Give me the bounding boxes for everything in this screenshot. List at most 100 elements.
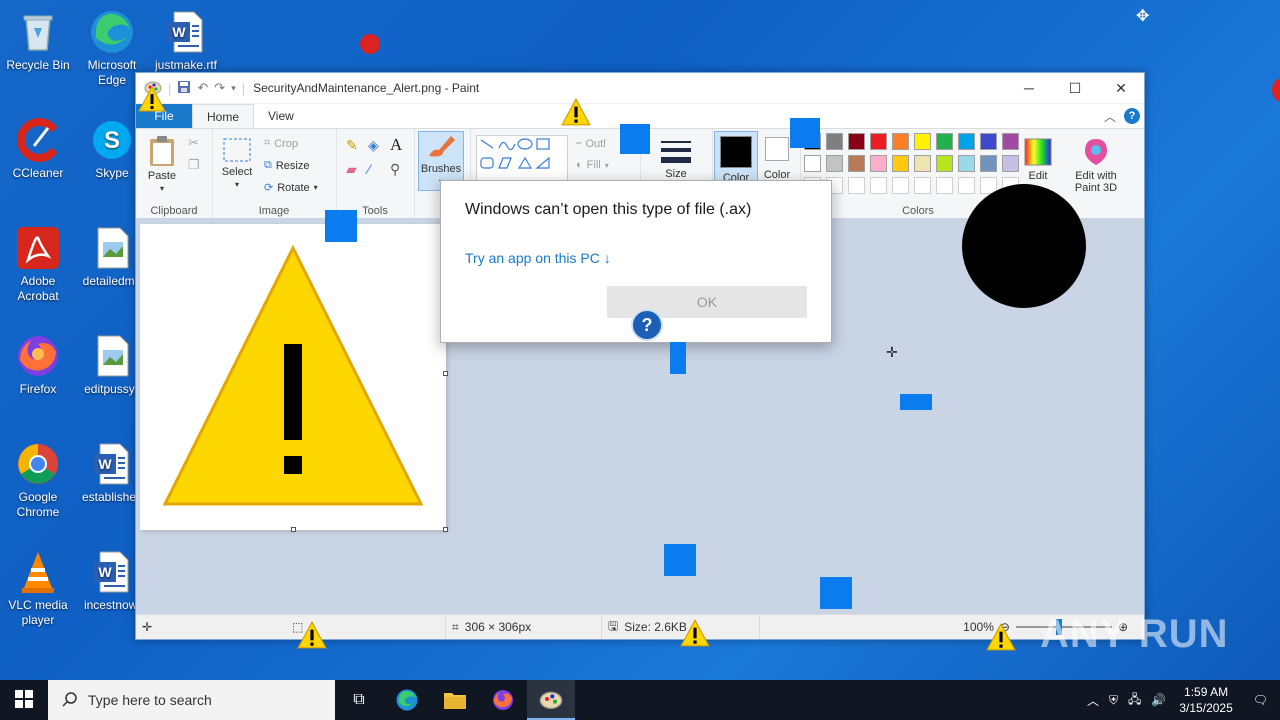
- show-hidden-icons-chevron-icon[interactable]: ︿: [1082, 692, 1104, 709]
- select-button[interactable]: Select ▾: [218, 137, 256, 190]
- network-security-icon[interactable]: ⛨: [1104, 693, 1123, 708]
- color-swatch[interactable]: [804, 155, 821, 172]
- rotate-button[interactable]: ⟳ Rotate ▾: [264, 181, 318, 195]
- resize-handle[interactable]: [291, 527, 296, 532]
- paint3d-label: Paint 3D: [1074, 182, 1118, 194]
- desktop-icon-acrobat[interactable]: Adobe Acrobat: [0, 224, 76, 304]
- color-swatch[interactable]: [958, 133, 975, 150]
- desktop-icon-label: VLC media: [8, 598, 68, 612]
- custom-color-swatch[interactable]: [958, 177, 975, 194]
- customize-qa-chevron-icon[interactable]: ▾: [231, 83, 236, 94]
- eraser-icon[interactable]: ▰: [346, 161, 357, 178]
- magnifier-icon[interactable]: ⚲: [390, 161, 400, 178]
- color-swatch[interactable]: [826, 133, 843, 150]
- color-swatch[interactable]: [826, 155, 843, 172]
- clock-time: 1:59 AM: [1184, 685, 1229, 699]
- color-swatch[interactable]: [848, 133, 865, 150]
- pencil-icon[interactable]: ✎: [346, 137, 358, 154]
- color-swatch[interactable]: [936, 155, 953, 172]
- desktop-icon-label: player: [21, 613, 55, 627]
- desktop-icon-firefox[interactable]: Firefox: [0, 332, 76, 397]
- copy-icon[interactable]: ❐: [188, 157, 200, 173]
- fill-button[interactable]: ◐ Fill ▾: [576, 159, 609, 171]
- skype-icon: S: [88, 116, 136, 164]
- custom-color-swatch[interactable]: [870, 177, 887, 194]
- desktop-icon-label: Chrome: [16, 505, 60, 519]
- image-canvas[interactable]: [140, 224, 446, 530]
- help-icon[interactable]: ?: [1124, 108, 1140, 124]
- taskbar-edge[interactable]: [383, 680, 431, 720]
- color-swatch[interactable]: [980, 133, 997, 150]
- taskbar-firefox[interactable]: [479, 680, 527, 720]
- custom-color-swatch[interactable]: [914, 177, 931, 194]
- custom-color-swatch[interactable]: [848, 177, 865, 194]
- color-swatch[interactable]: [870, 133, 887, 150]
- start-button[interactable]: [0, 680, 48, 720]
- custom-color-swatch[interactable]: [892, 177, 909, 194]
- clock-date: 3/15/2025: [1179, 701, 1233, 715]
- save-icon[interactable]: [177, 80, 191, 97]
- color-picker-icon[interactable]: ⁄: [368, 161, 370, 177]
- cut-icon[interactable]: ✂: [188, 135, 199, 151]
- desktop-icon-chrome[interactable]: Google Chrome: [0, 440, 76, 520]
- outline-button[interactable]: ⎯ Outl: [576, 137, 606, 150]
- redo-icon[interactable]: ↷: [214, 80, 225, 96]
- blue-square: [820, 577, 852, 609]
- shapes-gallery[interactable]: [476, 135, 568, 183]
- color-swatch[interactable]: [892, 155, 909, 172]
- desktop-icon-justmake[interactable]: W justmake.rtf: [148, 8, 224, 73]
- group-tools: ✎ ◈ A ▰ ⁄ ⚲ Tools: [336, 129, 415, 219]
- size-button[interactable]: Size: [654, 137, 698, 180]
- window-title: SecurityAndMaintenance_Alert.png - Paint: [253, 81, 480, 95]
- edit-with-paint3d-button[interactable]: Edit with Paint 3D: [1066, 137, 1126, 194]
- resize-button[interactable]: ⧉ Resize: [264, 159, 309, 172]
- taskbar-paint[interactable]: [527, 680, 575, 720]
- edit-colors-button[interactable]: Edit: [1016, 137, 1060, 182]
- paint-icon: [539, 691, 563, 709]
- acrobat-icon: [14, 224, 62, 272]
- network-icon[interactable]: 🖧: [1123, 690, 1146, 711]
- separator: |: [241, 80, 246, 96]
- color-swatch[interactable]: [980, 155, 997, 172]
- maximize-button[interactable]: ☐: [1052, 73, 1098, 103]
- black-circle: [962, 184, 1086, 308]
- try-app-link[interactable]: Try an app on this PC ↓: [465, 250, 611, 266]
- paint-titlebar[interactable]: | ↶ ↷ ▾ | SecurityAndMaintenance_Alert.p…: [136, 73, 1144, 104]
- text-tool-icon[interactable]: A: [390, 135, 402, 155]
- undo-icon[interactable]: ↶: [197, 80, 208, 96]
- color-swatch[interactable]: [848, 155, 865, 172]
- resize-handle[interactable]: [443, 371, 448, 376]
- color-swatch[interactable]: [936, 133, 953, 150]
- taskbar-search-box[interactable]: Type here to search: [48, 680, 335, 720]
- custom-color-swatch[interactable]: [936, 177, 953, 194]
- task-view-button[interactable]: ⧉: [335, 680, 383, 720]
- edge-icon: [396, 689, 418, 711]
- crop-button[interactable]: ⌗ Crop: [264, 137, 298, 150]
- close-button[interactable]: ✕: [1098, 73, 1144, 103]
- color-swatch[interactable]: [892, 133, 909, 150]
- color-swatch[interactable]: [958, 155, 975, 172]
- taskbar-file-explorer[interactable]: [431, 680, 479, 720]
- paste-button[interactable]: Paste ▾: [144, 135, 180, 194]
- color-swatch[interactable]: [870, 155, 887, 172]
- collapse-ribbon-icon[interactable]: ︿: [1104, 108, 1116, 125]
- blue-square: [900, 394, 932, 410]
- window-controls: ─ ☐ ✕: [1006, 73, 1144, 103]
- blue-square: [325, 210, 357, 242]
- volume-icon[interactable]: 🔊: [1146, 693, 1171, 707]
- tab-view[interactable]: View: [254, 104, 308, 128]
- desktop-icon-recycle-bin[interactable]: Recycle Bin: [0, 8, 76, 73]
- desktop-icon-ccleaner[interactable]: CCleaner: [0, 116, 76, 181]
- fill-bucket-icon[interactable]: ◈: [368, 137, 379, 154]
- clock[interactable]: 1:59 AM 3/15/2025: [1171, 684, 1240, 716]
- tab-home[interactable]: Home: [192, 104, 255, 128]
- resize-handle[interactable]: [443, 527, 448, 532]
- color-swatch[interactable]: [914, 155, 931, 172]
- minimize-button[interactable]: ─: [1006, 73, 1052, 103]
- red-arrow-icon: [360, 34, 380, 54]
- notifications-icon[interactable]: 🗨: [1241, 693, 1280, 707]
- cursor-position: ✛: [136, 615, 286, 639]
- move-cursor-icon: ✥: [1136, 8, 1150, 25]
- desktop-icon-vlc[interactable]: VLC media player: [0, 548, 76, 628]
- color-swatch[interactable]: [914, 133, 931, 150]
